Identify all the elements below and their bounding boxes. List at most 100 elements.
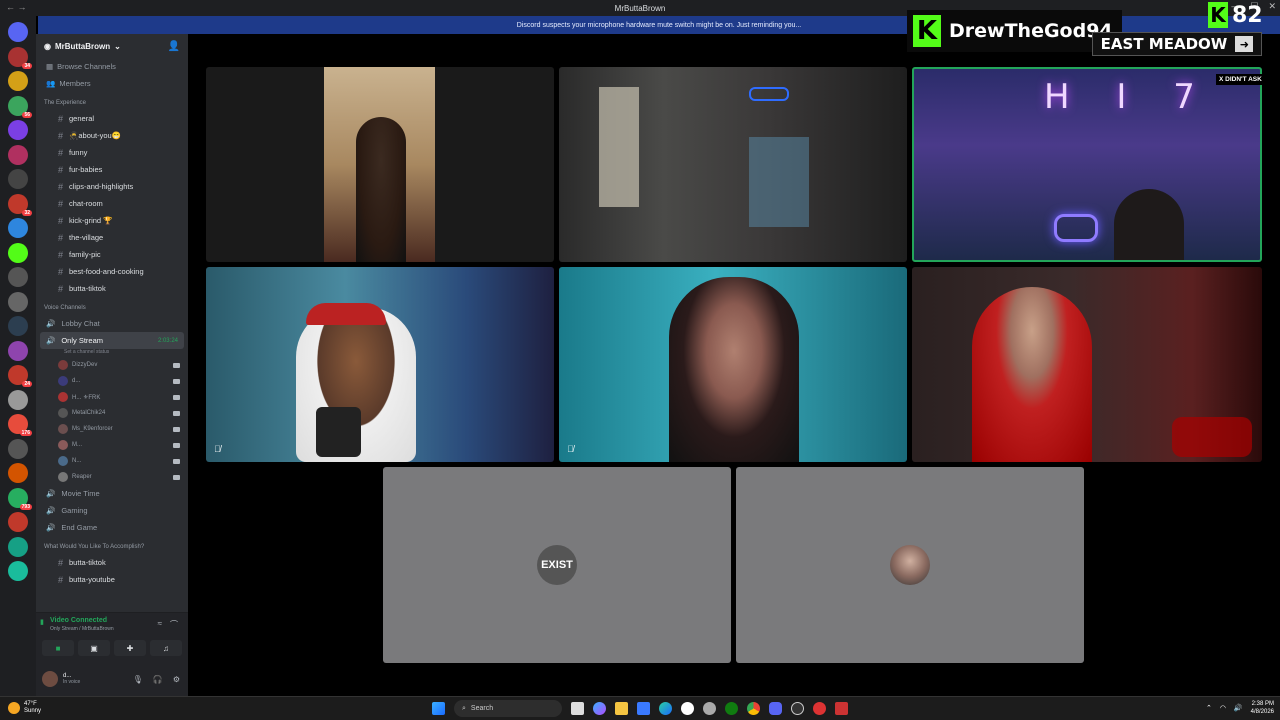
voice-channel-lobby-chat[interactable]: 🔊 Lobby Chat: [36, 315, 188, 332]
microphone-icon[interactable]: 🎙: [133, 675, 143, 684]
server-icon[interactable]: [8, 316, 28, 336]
server-icon[interactable]: [8, 340, 28, 361]
video-tile-speaking[interactable]: H I 7: [912, 67, 1262, 262]
server-icon[interactable]: [8, 291, 28, 312]
copilot-icon[interactable]: [593, 702, 606, 715]
headphones-icon[interactable]: 🎧: [153, 675, 163, 684]
text-channel[interactable]: # the-village: [36, 229, 188, 246]
text-channel[interactable]: # best-food-and-cooking: [36, 263, 188, 280]
voice-participant[interactable]: DizzyDev: [36, 357, 188, 373]
category-accomplish[interactable]: What Would You Like To Accomplish?: [36, 540, 188, 554]
text-channel[interactable]: # butta-tiktok: [36, 554, 188, 571]
server-icon[interactable]: [8, 463, 28, 483]
voice-channel[interactable]: 🔊 End Game: [36, 519, 188, 536]
windows-start-icon[interactable]: [432, 702, 445, 715]
video-tile-camera-off[interactable]: [736, 467, 1084, 663]
weather-widget[interactable]: 47°F Sunny: [8, 701, 41, 715]
server-icon[interactable]: 34: [8, 46, 32, 69]
server-icon[interactable]: [8, 218, 28, 238]
server-icon[interactable]: [8, 242, 28, 263]
channel-status[interactable]: Set a channel status: [36, 349, 188, 357]
add-member-icon[interactable]: 👤: [168, 41, 180, 52]
server-icon[interactable]: 176: [8, 414, 32, 436]
text-channel[interactable]: # general: [36, 110, 188, 127]
avatar[interactable]: [42, 671, 58, 687]
voice-participant[interactable]: Ms_K9enforcer: [36, 421, 188, 437]
camera-button[interactable]: ■: [42, 640, 74, 656]
category-the-experience[interactable]: The Experience: [36, 96, 188, 110]
clock[interactable]: 2:38 PM 4/8/2026: [1251, 700, 1274, 716]
activities-button[interactable]: ✚: [114, 640, 146, 656]
text-channel[interactable]: # butta-youtube: [36, 571, 188, 588]
discord-icon[interactable]: [769, 702, 782, 715]
browse-channels-link[interactable]: ▦ Browse Channels: [36, 58, 188, 75]
server-icon[interactable]: [8, 389, 28, 410]
video-tile-camera-off[interactable]: EXIST: [383, 467, 731, 663]
server-icon[interactable]: [8, 144, 28, 165]
voice-participant[interactable]: MetalChik24: [36, 405, 188, 421]
pen-icon[interactable]: [835, 702, 848, 715]
server-icon[interactable]: [8, 438, 28, 459]
video-tile[interactable]: [912, 267, 1262, 462]
media-icon[interactable]: [681, 702, 694, 715]
participant-status-icons: [173, 362, 180, 368]
video-tile[interactable]: [206, 67, 554, 262]
noise-suppression-icon[interactable]: ≈: [158, 619, 162, 628]
voice-channel[interactable]: 🔊 Gaming: [36, 502, 188, 519]
store-icon[interactable]: [637, 702, 650, 715]
edge-icon[interactable]: [659, 702, 672, 715]
voice-participant[interactable]: N...: [36, 453, 188, 469]
voice-channel-only-stream[interactable]: 🔊 Only Stream 2:03:24: [40, 332, 184, 349]
text-channel[interactable]: # 🥷about-you😁: [36, 127, 188, 144]
text-channel[interactable]: # kick-grind 🏆: [36, 212, 188, 229]
screen-share-button[interactable]: ▣: [78, 640, 110, 656]
text-channel[interactable]: # butta-tiktok: [36, 280, 188, 297]
voice-participant[interactable]: d...: [36, 373, 188, 389]
chevron-up-icon[interactable]: ⌃: [1206, 704, 1212, 712]
server-icon[interactable]: [8, 71, 28, 91]
voice-channel[interactable]: 🔊 Movie Time: [36, 485, 188, 502]
text-channel[interactable]: # family-pic: [36, 246, 188, 263]
disconnect-icon[interactable]: ⌒: [170, 619, 178, 630]
server-icon[interactable]: 793: [8, 487, 32, 510]
server-icon[interactable]: [8, 267, 28, 287]
voice-participant[interactable]: H... ⚜FRK: [36, 389, 188, 405]
video-tile[interactable]: [559, 67, 907, 262]
category-voice-channels[interactable]: Voice Channels: [36, 301, 188, 315]
voice-status[interactable]: Video Connected: [50, 617, 107, 624]
search-input[interactable]: ⌕ Search: [454, 700, 562, 717]
video-tile[interactable]: 🎙̸: [206, 267, 554, 462]
gear-icon[interactable]: ⚙: [173, 675, 180, 684]
text-channel[interactable]: # chat-room: [36, 195, 188, 212]
server-icon[interactable]: 32: [8, 193, 32, 216]
server-icon[interactable]: [8, 120, 28, 140]
channel-label: best-food-and-cooking: [69, 267, 144, 276]
voice-participant[interactable]: Reaper: [36, 469, 188, 485]
server-icon[interactable]: [8, 561, 28, 581]
xbox-icon[interactable]: [725, 702, 738, 715]
server-icon[interactable]: 56: [8, 95, 32, 118]
voice-participant[interactable]: M...: [36, 437, 188, 453]
task-view-icon[interactable]: [571, 702, 584, 715]
soundboard-button[interactable]: ♫: [150, 640, 182, 656]
server-icon[interactable]: 24: [8, 365, 32, 387]
back-forward-icon[interactable]: ← →: [6, 2, 27, 12]
server-icon[interactable]: [8, 169, 28, 189]
app-red-icon[interactable]: [813, 702, 826, 715]
text-channel[interactable]: # clips-and-highlights: [36, 178, 188, 195]
volume-icon[interactable]: 🔊: [1234, 704, 1243, 712]
guild-header[interactable]: ◉ MrButtaBrown ⌄ 👤: [36, 34, 188, 58]
file-explorer-icon[interactable]: [615, 702, 628, 715]
members-link[interactable]: 👥 Members: [36, 75, 188, 92]
close-button[interactable]: ✕: [1268, 1, 1276, 12]
wifi-icon[interactable]: ◠: [1220, 704, 1226, 712]
obs-icon[interactable]: [791, 702, 804, 715]
text-channel[interactable]: # funny: [36, 144, 188, 161]
chrome-icon[interactable]: [747, 702, 760, 715]
app-icon[interactable]: [703, 702, 716, 715]
server-icon[interactable]: [8, 22, 28, 42]
server-icon[interactable]: [8, 512, 28, 532]
video-tile[interactable]: 🎙̸: [559, 267, 907, 462]
server-icon[interactable]: [8, 536, 28, 557]
text-channel[interactable]: # fur-babies: [36, 161, 188, 178]
